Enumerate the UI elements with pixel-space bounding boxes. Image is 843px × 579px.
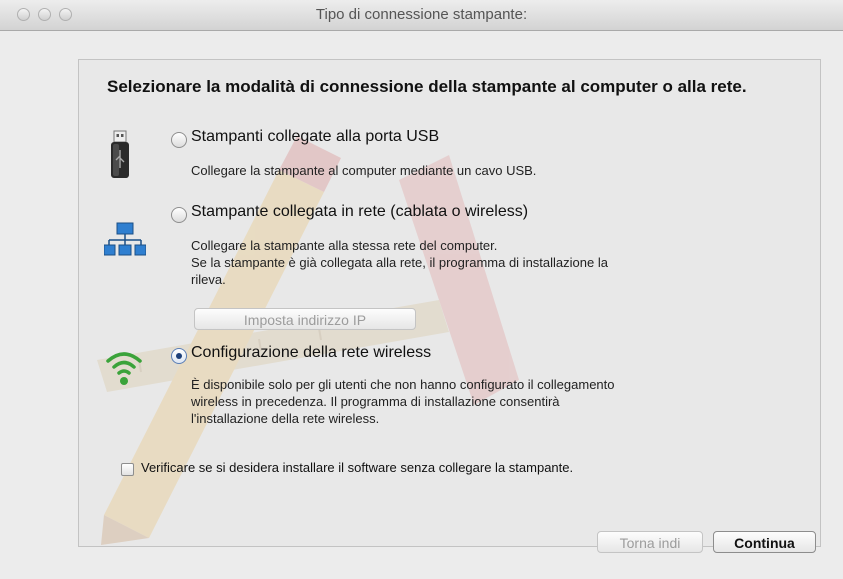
instruction-heading: Selezionare la modalità di connessione d… bbox=[107, 77, 747, 96]
continue-button[interactable]: Continua bbox=[713, 531, 816, 553]
wireless-option-description: È disponibile solo per gli utenti che no… bbox=[191, 376, 801, 427]
install-without-printer-checkbox[interactable] bbox=[121, 463, 134, 476]
install-without-printer-label[interactable]: Verificare se si desidera installare il … bbox=[141, 460, 573, 475]
wireless-description-line: È disponibile solo per gli utenti che no… bbox=[191, 377, 615, 392]
back-button[interactable]: Torna indi bbox=[597, 531, 703, 553]
usb-option-description: Collegare la stampante al computer media… bbox=[191, 163, 537, 178]
usb-icon bbox=[109, 130, 131, 185]
usb-option-radio[interactable] bbox=[171, 132, 187, 148]
wireless-description-line: l'installazione della rete wireless. bbox=[191, 411, 380, 426]
network-option-radio[interactable] bbox=[171, 207, 187, 223]
wireless-option-label[interactable]: Configurazione della rete wireless bbox=[191, 344, 431, 362]
network-option-label[interactable]: Stampante collegata in rete (cablata o w… bbox=[191, 203, 528, 221]
network-description-line: rileva. bbox=[191, 272, 226, 287]
window-title: Tipo di connessione stampante: bbox=[315, 6, 528, 23]
wifi-icon bbox=[106, 347, 142, 392]
network-option-description: Collegare la stampante alla stessa rete … bbox=[191, 237, 791, 288]
network-icon bbox=[103, 222, 147, 267]
title-bar: Tipo di connessione stampante: bbox=[0, 0, 843, 31]
network-description-line: Collegare la stampante alla stessa rete … bbox=[191, 238, 498, 253]
wireless-option-radio[interactable] bbox=[171, 348, 187, 364]
dialog-panel: Selezionare la modalità di connessione d… bbox=[78, 59, 821, 547]
usb-option-label[interactable]: Stampanti collegate alla porta USB bbox=[191, 128, 439, 146]
wireless-description-line: wireless in precedenza. Il programma di … bbox=[191, 394, 560, 409]
network-description-line: Se la stampante è già collegata alla ret… bbox=[191, 255, 608, 270]
set-ip-address-button[interactable]: Imposta indirizzo IP bbox=[194, 308, 416, 330]
